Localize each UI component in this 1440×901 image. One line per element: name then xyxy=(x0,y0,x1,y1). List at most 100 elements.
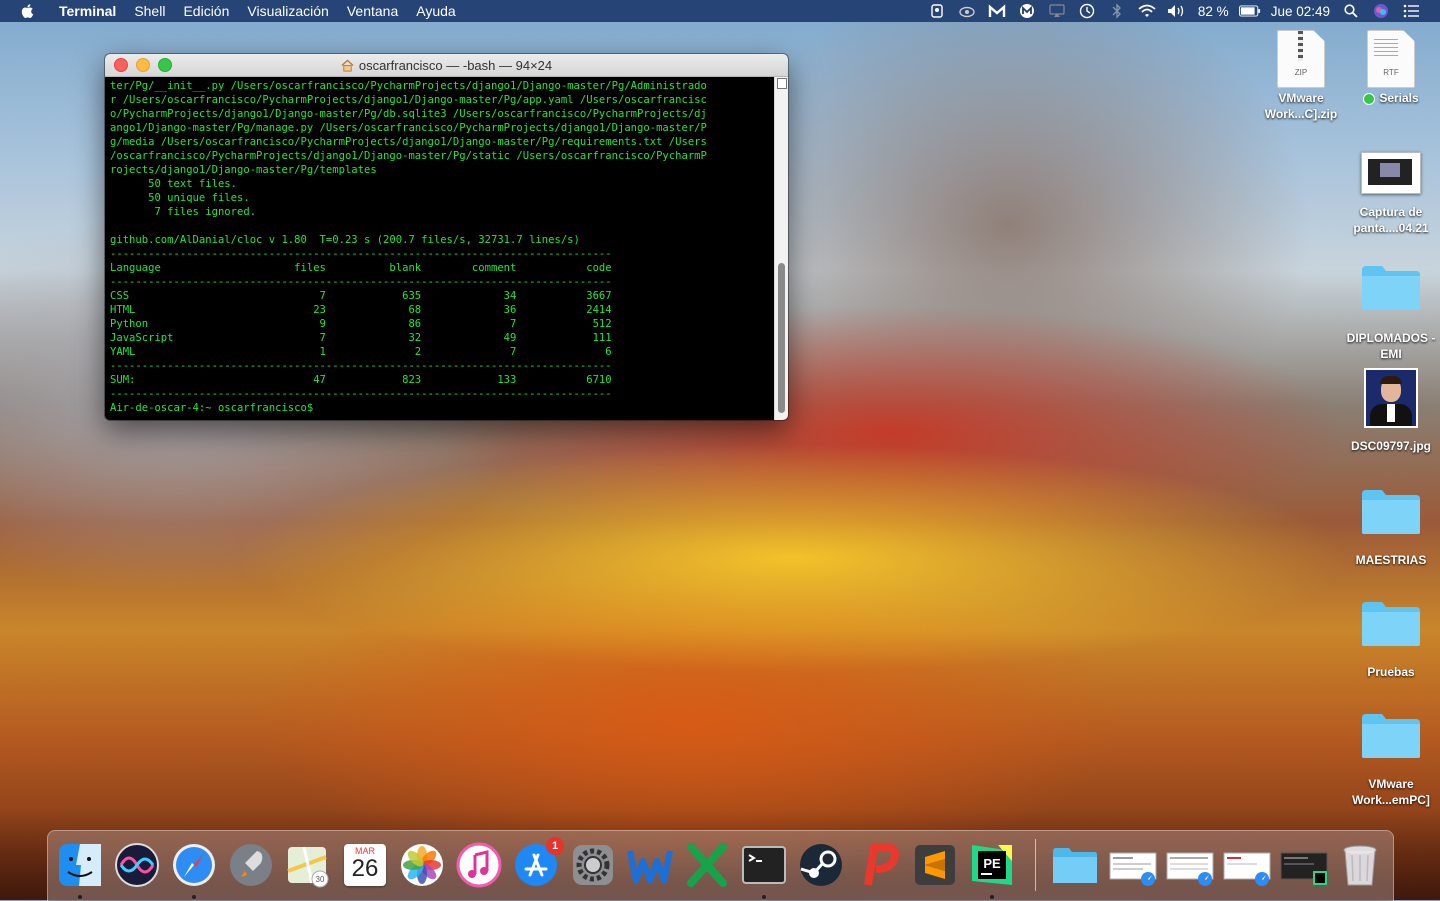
desktop-icon-pruebas[interactable]: Pruebas xyxy=(1343,598,1439,680)
dock-minimized-window-4[interactable] xyxy=(1279,841,1328,889)
dock-minimized-window-2[interactable] xyxy=(1165,841,1214,889)
desktop-icon-captura[interactable]: Captura de panta....04.21 xyxy=(1343,152,1439,236)
window-titlebar[interactable]: oscarfrancisco — -bash — 94×24 xyxy=(105,54,788,77)
dock-wps-presentation[interactable] xyxy=(854,841,902,889)
siri-icon[interactable] xyxy=(1370,3,1392,19)
window-title: oscarfrancisco — -bash — 94×24 xyxy=(105,54,788,76)
desktop-icon-dsc09797[interactable]: DSC09797.jpg xyxy=(1343,368,1439,454)
clock[interactable]: Jue 02:49 xyxy=(1271,4,1330,19)
terminal-line: ----------------------------------------… xyxy=(110,388,612,400)
desktop-icon-vmware-folder[interactable]: VMware Work...emPC] xyxy=(1343,710,1439,808)
maps-icon: 30 xyxy=(287,846,329,888)
home-icon xyxy=(341,58,354,72)
screenshot-thumbnail-icon xyxy=(1361,152,1421,194)
terminal-line: ----------------------------------------… xyxy=(110,276,612,288)
bluetooth-icon[interactable] xyxy=(1106,3,1128,19)
dock-sublime-text[interactable] xyxy=(911,841,959,889)
terminal-line: Language files blank comment code xyxy=(110,262,612,274)
siri-icon xyxy=(115,843,159,887)
dock-minimized-window-1[interactable] xyxy=(1108,841,1157,889)
close-button[interactable] xyxy=(114,58,128,72)
battery-icon[interactable] xyxy=(1238,3,1261,19)
dock-terminal[interactable] xyxy=(740,841,788,889)
notification-center-icon[interactable] xyxy=(1400,3,1422,19)
photos-icon xyxy=(401,844,443,886)
menu-ventana[interactable]: Ventana xyxy=(338,3,407,19)
menu-bar: Terminal Shell Edición Visualización Ven… xyxy=(0,0,1440,22)
time-machine-icon[interactable] xyxy=(1076,3,1098,19)
running-indicator xyxy=(990,895,994,899)
desktop-icon-maestrias[interactable]: MAESTRIAS xyxy=(1343,486,1439,568)
terminal-line: Python 9 86 7 512 xyxy=(110,318,612,330)
desktop-icon-diplomados[interactable]: DIPLOMADOS - EMI xyxy=(1343,262,1439,362)
volume-icon[interactable] xyxy=(1166,3,1188,19)
apple-menu-icon[interactable] xyxy=(20,3,36,19)
menu-edicion[interactable]: Edición xyxy=(174,3,238,19)
dock-excel[interactable] xyxy=(683,841,731,889)
m-icon[interactable] xyxy=(1016,3,1038,19)
dock-finder[interactable] xyxy=(56,841,104,889)
dock-separator xyxy=(1035,839,1036,891)
terminal-window[interactable]: oscarfrancisco — -bash — 94×24 ter/Pg/__… xyxy=(105,54,788,420)
running-indicator xyxy=(78,895,82,899)
terminal-line: ango1/Django-master/Pg/manage.py /Users/… xyxy=(110,122,707,134)
folder-icon xyxy=(1053,848,1097,883)
airplay-icon[interactable] xyxy=(1046,3,1068,19)
menu-shell[interactable]: Shell xyxy=(125,3,174,19)
terminal-line: r /Users/oscarfrancisco/PycharmProjects/… xyxy=(110,94,707,106)
menu-visualizacion[interactable]: Visualización xyxy=(238,3,337,19)
zoom-button[interactable] xyxy=(158,58,172,72)
wifi-icon[interactable] xyxy=(1136,3,1158,19)
launchpad-icon xyxy=(230,844,272,886)
dock-calendar[interactable]: MAR 26 xyxy=(341,841,389,889)
terminal-line: 50 unique files. xyxy=(110,192,250,204)
scroll-top-button[interactable] xyxy=(777,78,787,89)
dock-photos[interactable] xyxy=(398,841,446,889)
folder-icon xyxy=(1362,490,1420,534)
dock-itunes[interactable] xyxy=(455,841,503,889)
dock-minimized-window-3[interactable] xyxy=(1222,841,1271,889)
malwarebytes-icon[interactable] xyxy=(986,3,1008,19)
desktop-icon-serials[interactable]: RTF Serials xyxy=(1343,30,1439,106)
zip-file-icon: ZIP xyxy=(1277,30,1325,88)
minimize-button[interactable] xyxy=(136,58,150,72)
keychain-icon[interactable] xyxy=(926,3,948,19)
dock-app-store[interactable]: 1 xyxy=(512,837,564,889)
window-thumbnail-icon xyxy=(1223,852,1271,886)
dock-siri[interactable] xyxy=(113,841,161,889)
desktop-icon-vmware-zip[interactable]: ZIP VMware Work...C].zip xyxy=(1253,30,1349,122)
cloud-icon[interactable] xyxy=(956,3,978,19)
dock-steam[interactable] xyxy=(797,841,845,889)
itunes-icon xyxy=(456,842,502,888)
desktop-icon-label: Serials xyxy=(1343,90,1439,106)
menu-ayuda[interactable]: Ayuda xyxy=(407,3,464,19)
status-area: 82 % Jue 02:49 xyxy=(922,3,1440,19)
terminal-line: JavaScript 7 32 49 111 xyxy=(110,332,612,344)
steam-icon xyxy=(800,844,842,886)
desktop-icon-label: VMware Work...emPC] xyxy=(1352,777,1430,807)
svg-text:PE: PE xyxy=(983,856,1001,871)
dock-safari[interactable] xyxy=(170,841,218,889)
desktop-icon-label: VMware Work...C].zip xyxy=(1264,91,1338,121)
terminal-line: YAML 1 2 7 6 xyxy=(110,346,612,358)
dock-folder-stack[interactable] xyxy=(1051,841,1099,889)
menu-app-terminal[interactable]: Terminal xyxy=(50,3,125,19)
dock-maps[interactable]: 30 xyxy=(284,841,332,889)
dock-pycharm-edu[interactable]: PE xyxy=(968,841,1016,889)
dock-trash[interactable] xyxy=(1336,841,1384,889)
terminal-output[interactable]: ter/Pg/__init__.py /Users/oscarfrancisco… xyxy=(105,77,775,420)
window-thumbnail-icon xyxy=(1109,852,1157,886)
running-indicator xyxy=(762,895,766,899)
scroll-thumb[interactable] xyxy=(778,263,785,413)
terminal-scrollbar[interactable] xyxy=(774,77,788,420)
battery-percent[interactable]: 82 % xyxy=(1198,4,1229,19)
spotlight-icon[interactable] xyxy=(1340,3,1362,19)
dock-system-preferences[interactable] xyxy=(569,841,617,889)
safari-icon xyxy=(173,844,215,886)
terminal-line: CSS 7 635 34 3667 xyxy=(110,290,612,302)
rtf-tag: RTF xyxy=(1383,68,1399,77)
dock-launchpad[interactable] xyxy=(227,841,275,889)
terminal-line: ----------------------------------------… xyxy=(110,360,612,372)
running-indicator xyxy=(192,895,196,899)
dock-word[interactable] xyxy=(626,841,674,889)
